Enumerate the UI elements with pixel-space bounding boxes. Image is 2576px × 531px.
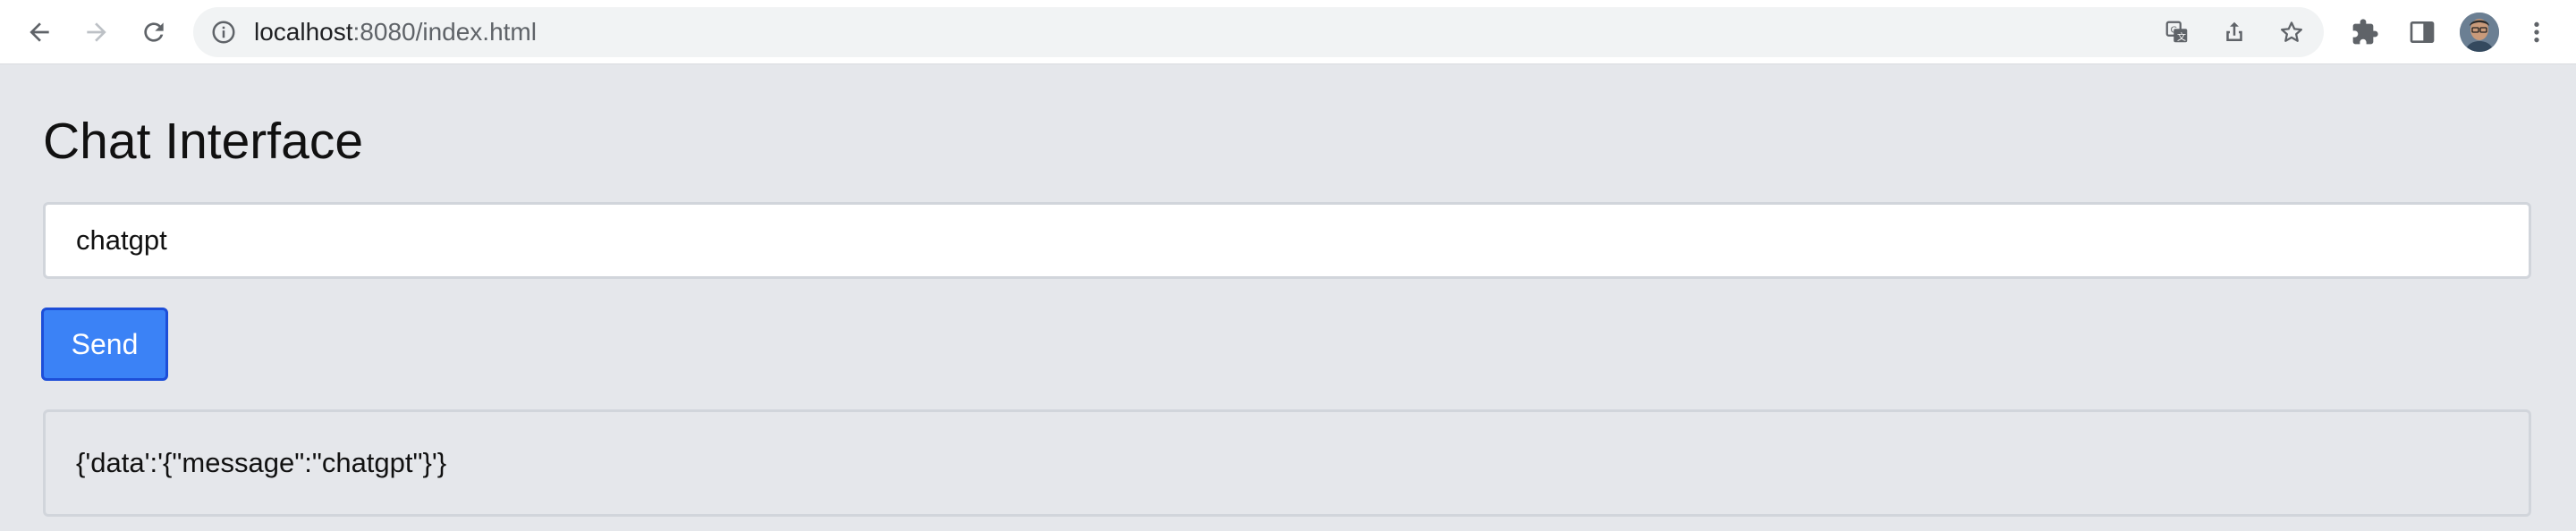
avatar[interactable]	[2460, 13, 2499, 52]
back-button[interactable]	[18, 11, 61, 54]
send-button[interactable]: Send	[41, 308, 168, 381]
url-host: localhost	[254, 18, 353, 46]
puzzle-icon[interactable]	[2345, 13, 2385, 52]
response-text: {'data':'{"message":"chatgpt"}'}	[76, 447, 447, 478]
forward-button[interactable]	[75, 11, 118, 54]
page-title: Chat Interface	[43, 113, 364, 170]
url-path: :8080/index.html	[352, 18, 537, 46]
kebab-menu-icon[interactable]	[2517, 13, 2556, 52]
translate-icon[interactable]: G 文	[2161, 16, 2193, 48]
chat-input[interactable]	[43, 202, 2531, 279]
side-panel-icon[interactable]	[2402, 13, 2442, 52]
response-box: {'data':'{"message":"chatgpt"}'}	[43, 409, 2531, 517]
reload-icon	[144, 22, 164, 42]
reload-button[interactable]	[132, 11, 175, 54]
back-arrow-icon	[30, 22, 49, 42]
info-icon[interactable]	[209, 18, 238, 46]
url-text: localhost:8080/index.html	[254, 7, 537, 57]
address-bar[interactable]: localhost:8080/index.html G 文	[193, 7, 2324, 57]
share-icon[interactable]	[2218, 16, 2250, 48]
svg-text:文: 文	[2177, 31, 2186, 43]
star-icon[interactable]	[2275, 16, 2308, 48]
forward-arrow-icon	[87, 22, 106, 42]
browser-toolbar: localhost:8080/index.html G 文	[0, 0, 2576, 64]
